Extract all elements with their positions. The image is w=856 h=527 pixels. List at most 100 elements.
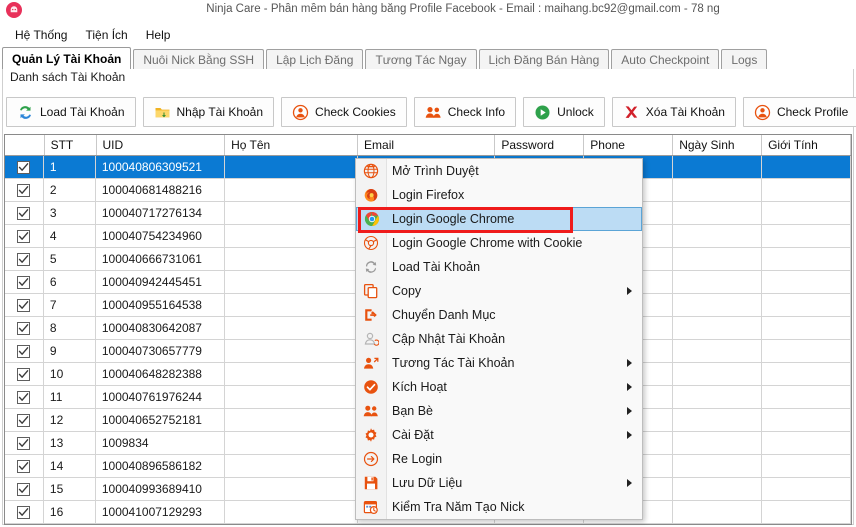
- grid-cell-ngaysinh[interactable]: [673, 248, 762, 270]
- tab-tuong-tac-ngay[interactable]: Tương Tác Ngay: [365, 49, 477, 69]
- grid-cell-uid[interactable]: 1009834: [96, 432, 225, 454]
- grid-cell-hoten[interactable]: [225, 432, 358, 454]
- grid-cell-gioitinh[interactable]: [762, 501, 851, 523]
- grid-cell-uid[interactable]: 100040761976244: [96, 386, 225, 408]
- row-checkbox-cell[interactable]: [5, 478, 44, 500]
- grid-cell-gioitinh[interactable]: [762, 294, 851, 316]
- row-checkbox[interactable]: [17, 298, 31, 312]
- row-checkbox[interactable]: [17, 206, 31, 220]
- grid-cell-ngaysinh[interactable]: [673, 386, 762, 408]
- row-checkbox-cell[interactable]: [5, 501, 44, 523]
- row-checkbox-cell[interactable]: [5, 317, 44, 339]
- grid-cell-gioitinh[interactable]: [762, 432, 851, 454]
- grid-cell-uid[interactable]: 100040648282388: [96, 363, 225, 385]
- grid-cell-gioitinh[interactable]: [762, 363, 851, 385]
- row-checkbox-cell[interactable]: [5, 455, 44, 477]
- grid-cell-email[interactable]: 100041083804829: [358, 524, 495, 525]
- grid-cell-ngaysinh[interactable]: [673, 271, 762, 293]
- grid-cell-stt[interactable]: 17: [44, 524, 96, 525]
- context-menu-item[interactable]: Kiểm Tra Năm Tạo Nick: [356, 495, 642, 519]
- grid-cell-hoten[interactable]: [225, 386, 358, 408]
- context-menu-item[interactable]: Login Firefox: [356, 183, 642, 207]
- row-checkbox[interactable]: [17, 160, 31, 174]
- grid-cell-hoten[interactable]: [225, 317, 358, 339]
- row-checkbox-cell[interactable]: [5, 248, 44, 270]
- grid-cell-hoten[interactable]: [225, 363, 358, 385]
- grid-cell-ngaysinh[interactable]: [673, 478, 762, 500]
- grid-cell-hoten[interactable]: [225, 455, 358, 477]
- grid-cell-stt[interactable]: 12: [44, 409, 96, 431]
- context-menu-item[interactable]: Lưu Dữ Liệu: [356, 471, 642, 495]
- tab-nuoi-nick-bang-ssh[interactable]: Nuôi Nick Bằng SSH: [133, 49, 265, 69]
- grid-cell-uid[interactable]: 100040730657779: [96, 340, 225, 362]
- grid-cell-uid[interactable]: 100040830642087: [96, 317, 225, 339]
- menu-item-he-thong[interactable]: Hệ Thống: [6, 26, 76, 44]
- grid-cell-uid[interactable]: 100040717276134: [96, 202, 225, 224]
- check-info-button[interactable]: Check Info: [413, 97, 517, 127]
- context-menu-item[interactable]: Kích Hoạt: [356, 375, 642, 399]
- context-menu-item[interactable]: Login Google Chrome: [356, 207, 642, 231]
- grid-cell-password[interactable]: [495, 524, 584, 525]
- grid-column-header[interactable]: Giới Tính: [762, 135, 851, 155]
- grid-cell-gioitinh[interactable]: [762, 409, 851, 431]
- grid-cell-hoten[interactable]: [225, 179, 358, 201]
- xoa-tai-khoan-button[interactable]: Xóa Tài Khoản: [611, 97, 736, 127]
- row-checkbox-cell[interactable]: [5, 179, 44, 201]
- grid-cell-stt[interactable]: 4: [44, 225, 96, 247]
- row-checkbox[interactable]: [17, 436, 31, 450]
- row-checkbox[interactable]: [17, 505, 31, 519]
- row-checkbox[interactable]: [17, 252, 31, 266]
- grid-cell-gioitinh[interactable]: [762, 179, 851, 201]
- grid-cell-ngaysinh[interactable]: [673, 156, 762, 178]
- grid-cell-ngaysinh[interactable]: [673, 524, 762, 525]
- grid-cell-ngaysinh[interactable]: [673, 179, 762, 201]
- menu-item-tien-ich[interactable]: Tiện Ích: [76, 26, 136, 44]
- row-checkbox-cell[interactable]: [5, 432, 44, 454]
- grid-cell-ngaysinh[interactable]: [673, 225, 762, 247]
- row-checkbox-cell[interactable]: [5, 202, 44, 224]
- grid-cell-hoten[interactable]: [225, 248, 358, 270]
- context-menu-item[interactable]: Cài Đặt: [356, 423, 642, 447]
- grid-cell-stt[interactable]: 15: [44, 478, 96, 500]
- grid-cell-stt[interactable]: 6: [44, 271, 96, 293]
- tab-quan-ly-tai-khoan[interactable]: Quản Lý Tài Khoản: [2, 47, 132, 69]
- grid-column-header[interactable]: Email: [358, 135, 496, 155]
- row-checkbox-cell[interactable]: [5, 271, 44, 293]
- row-checkbox[interactable]: [17, 275, 31, 289]
- grid-cell-gioitinh[interactable]: [762, 248, 851, 270]
- row-checkbox-cell[interactable]: [5, 225, 44, 247]
- grid-cell-gioitinh[interactable]: [762, 524, 851, 525]
- context-menu-item[interactable]: Mở Trình Duyệt: [356, 159, 642, 183]
- grid-cell-uid[interactable]: 100040993689410: [96, 478, 225, 500]
- grid-cell-ngaysinh[interactable]: [673, 340, 762, 362]
- grid-cell-hoten[interactable]: [225, 409, 358, 431]
- row-checkbox[interactable]: [17, 321, 31, 335]
- row-checkbox[interactable]: [17, 344, 31, 358]
- grid-cell-stt[interactable]: 10: [44, 363, 96, 385]
- nhap-tai-khoan-button[interactable]: Nhập Tài Khoản: [142, 97, 275, 127]
- grid-cell-ngaysinh[interactable]: [673, 409, 762, 431]
- row-checkbox-cell[interactable]: [5, 524, 44, 525]
- grid-cell-stt[interactable]: 8: [44, 317, 96, 339]
- grid-cell-stt[interactable]: 1: [44, 156, 96, 178]
- row-checkbox[interactable]: [17, 229, 31, 243]
- grid-cell-hoten[interactable]: [225, 524, 358, 525]
- check-cookies-button[interactable]: Check Cookies: [281, 97, 407, 127]
- grid-column-header[interactable]: Họ Tên: [225, 135, 359, 155]
- grid-cell-stt[interactable]: 11: [44, 386, 96, 408]
- row-checkbox[interactable]: [17, 459, 31, 473]
- row-checkbox[interactable]: [17, 390, 31, 404]
- grid-cell-stt[interactable]: 3: [44, 202, 96, 224]
- grid-context-menu[interactable]: Mở Trình Duyệt Login Firefox Login Google …: [355, 158, 643, 520]
- tab-logs[interactable]: Logs: [721, 49, 768, 69]
- check-profile-button[interactable]: Check Profile: [742, 97, 856, 127]
- grid-cell-gioitinh[interactable]: [762, 202, 851, 224]
- grid-cell-ngaysinh[interactable]: [673, 501, 762, 523]
- row-checkbox[interactable]: [17, 367, 31, 381]
- load-tai-khoan-button[interactable]: Load Tài Khoản: [6, 97, 136, 127]
- grid-cell-uid[interactable]: 100040806309521: [96, 156, 225, 178]
- grid-cell-uid[interactable]: 100040754234960: [96, 225, 225, 247]
- context-menu-item[interactable]: Cập Nhật Tài Khoản: [356, 327, 642, 351]
- grid-column-header[interactable]: UID: [97, 135, 226, 155]
- grid-cell-hoten[interactable]: [225, 340, 358, 362]
